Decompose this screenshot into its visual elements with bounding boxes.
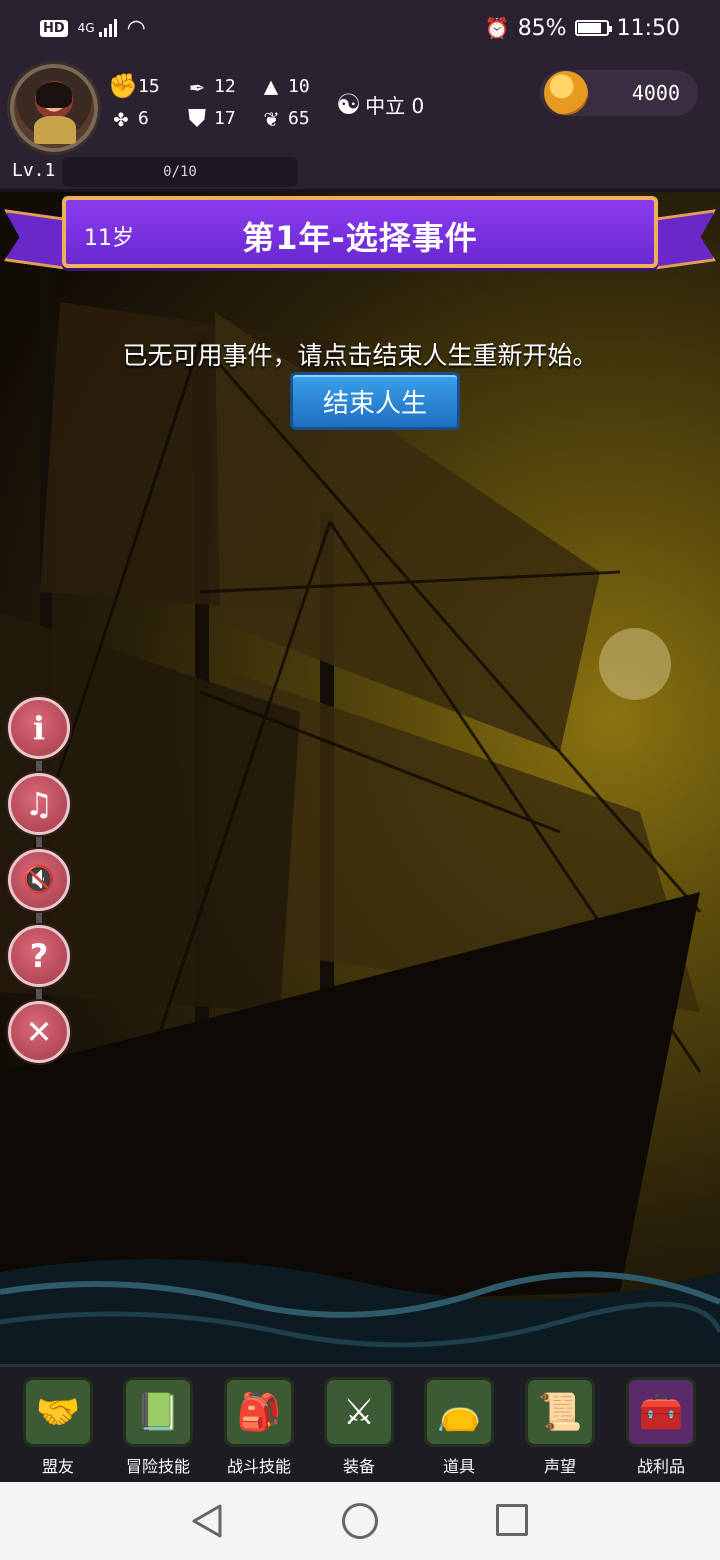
stat-defense: ⛊ 17 — [184, 106, 236, 130]
clock: 11:50 — [616, 15, 680, 41]
wifi-icon: ◠ — [126, 15, 146, 41]
book-icon: 📗 — [123, 1377, 193, 1447]
scroll-icon: 📜 — [525, 1377, 595, 1447]
status-left: HD 4G ◠ — [40, 16, 146, 41]
back-icon[interactable] — [190, 1503, 224, 1539]
stat-magic: ▲ 10 — [258, 74, 310, 98]
treasure-chest-icon: 🧰 — [626, 1377, 696, 1447]
nav-combat-skills[interactable]: 🎒 战斗技能 — [215, 1377, 303, 1477]
nav-equipment[interactable]: ⚔ 装备 — [315, 1377, 403, 1477]
nav-adventure-skills[interactable]: 📗 冒险技能 — [114, 1377, 202, 1477]
character-avatar[interactable] — [10, 64, 98, 152]
gold-amount: 4000 — [631, 81, 680, 105]
age-label: 11岁 — [84, 226, 134, 251]
stat-value: 65 — [288, 107, 310, 129]
xp-value: 0/10 — [163, 164, 197, 180]
wizard-hat-icon: ▲ — [263, 72, 279, 100]
nav-label: 战利品 — [636, 1457, 685, 1476]
status-right: ⏰ 85% 11:50 — [485, 16, 680, 41]
info-button[interactable]: i — [8, 697, 70, 759]
nav-label: 战斗技能 — [226, 1457, 291, 1476]
gold-counter: 4000 — [540, 70, 698, 116]
backpack-icon: 🎒 — [224, 1377, 294, 1447]
lotus-icon: ❦ — [263, 104, 279, 132]
signal-icon — [98, 19, 117, 37]
nav-reputation[interactable]: 📜 声望 — [516, 1377, 604, 1477]
system-navigation-bar — [0, 1482, 720, 1560]
close-icon: ✕ — [25, 1013, 53, 1051]
home-icon[interactable] — [342, 1503, 378, 1539]
alarm-icon: ⏰ — [484, 16, 510, 40]
nav-label: 道具 — [442, 1457, 475, 1476]
sound-toggle-button[interactable]: 🔇 — [8, 849, 70, 911]
level-label: Lv.1 — [12, 160, 56, 181]
hd-badge: HD — [40, 19, 68, 37]
nav-label: 装备 — [342, 1457, 375, 1476]
gold-coin-icon — [544, 71, 588, 115]
stat-value: 17 — [214, 107, 236, 129]
fist-icon: ✊ — [108, 72, 138, 100]
recent-apps-icon[interactable] — [496, 1504, 528, 1536]
alignment-value: 中立 0 — [365, 94, 425, 118]
yin-yang-icon: ☯ — [336, 88, 362, 121]
sound-off-icon: 🔇 — [22, 865, 56, 895]
xp-bar: 0/10 — [62, 157, 298, 187]
help-icon: ? — [29, 937, 49, 975]
character-hud: ✊ 15 ✤ 6 ✒ 12 ⛊ 17 ▲ 10 ❦ 65 ☯ 中立 0 4000… — [0, 56, 720, 192]
stat-strength: ✊ 15 — [108, 74, 160, 98]
event-message: 已无可用事件，请点击结束人生重新开始。 — [122, 341, 598, 370]
swords-icon: ⚔ — [324, 1377, 394, 1447]
bottom-nav: 🤝 盟友 📗 冒险技能 🎒 战斗技能 ⚔ 装备 👝 道具 📜 声望 🧰 战利品 — [0, 1364, 720, 1482]
nav-label: 盟友 — [41, 1457, 74, 1476]
armor-icon: ⛊ — [188, 104, 206, 132]
status-bar: HD 4G ◠ ⏰ 85% 11:50 — [0, 0, 720, 56]
nav-loot[interactable]: 🧰 战利品 — [617, 1377, 705, 1477]
stat-value: 10 — [288, 75, 310, 97]
info-icon: i — [32, 709, 46, 747]
clover-icon: ✤ — [113, 104, 129, 132]
banner-title: 第1年-选择事件 — [242, 219, 478, 257]
help-button[interactable]: ? — [8, 925, 70, 987]
end-life-button[interactable]: 结束人生 — [290, 372, 460, 430]
pouch-icon: 👝 — [424, 1377, 494, 1447]
nav-allies[interactable]: 🤝 盟友 — [14, 1377, 102, 1477]
close-button[interactable]: ✕ — [8, 1001, 70, 1063]
stat-value: 6 — [138, 107, 149, 129]
alignment: ☯ 中立 0 — [336, 88, 424, 121]
stat-spirit: ❦ 65 — [258, 106, 310, 130]
nav-label: 声望 — [543, 1457, 576, 1476]
nav-label: 冒险技能 — [125, 1457, 190, 1476]
stat-value: 15 — [138, 75, 160, 97]
stat-value: 12 — [214, 75, 236, 97]
battery-icon — [574, 20, 612, 36]
stat-intelligence: ✒ 12 — [184, 74, 236, 98]
handshake-icon: 🤝 — [23, 1377, 93, 1447]
nav-items[interactable]: 👝 道具 — [415, 1377, 503, 1477]
quill-icon: ✒ — [189, 72, 205, 100]
music-off-icon: ♫ — [24, 785, 54, 823]
music-toggle-button[interactable]: ♫ — [8, 773, 70, 835]
network-type: 4G — [77, 21, 95, 35]
stat-luck: ✤ 6 — [108, 106, 149, 130]
battery-percent: 85% — [517, 15, 567, 41]
